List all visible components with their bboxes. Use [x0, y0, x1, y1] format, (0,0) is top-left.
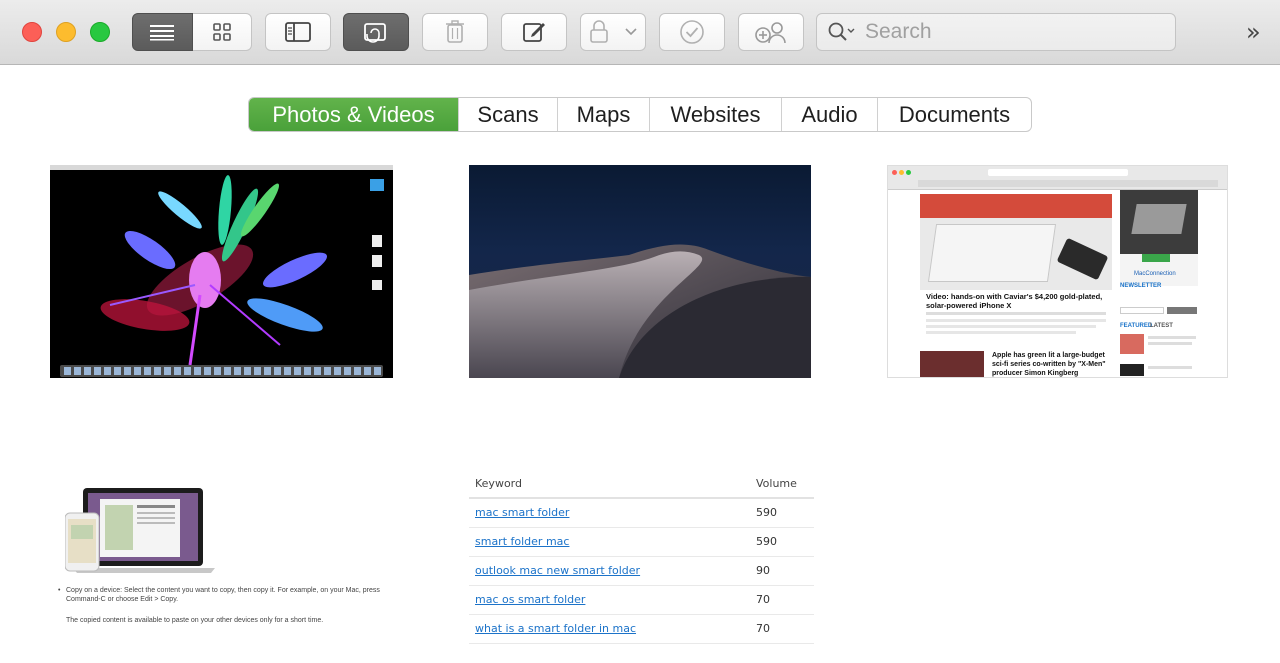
- chevron-down-icon: [625, 28, 637, 36]
- featured-label: FEATURED: [1120, 323, 1153, 329]
- minimize-window-button[interactable]: [56, 22, 76, 42]
- volume-cell: 90: [756, 556, 814, 586]
- bullet-dot: •: [58, 587, 61, 594]
- latest-label: LATEST: [1150, 323, 1173, 329]
- story2-title: Apple has green lit a large-budget sci-f…: [992, 352, 1106, 377]
- ad-laptop-image: [1120, 190, 1198, 254]
- volume-cell: 70: [756, 614, 814, 644]
- tab-photos-videos[interactable]: Photos & Videos: [249, 98, 458, 131]
- table-header-row: Keyword Volume: [469, 470, 814, 499]
- list-icon: [150, 25, 175, 41]
- keyword-table: Keyword Volume mac smart folder 590 smar…: [469, 470, 814, 644]
- list-view-button[interactable]: [132, 13, 193, 51]
- lock-note-button[interactable]: [580, 13, 646, 51]
- table-row: mac os smart folder 70: [469, 585, 814, 615]
- toolbar: »: [0, 0, 1280, 65]
- keyword-link[interactable]: mac os smart folder: [475, 593, 585, 606]
- table-row: mac smart folder 590: [469, 498, 814, 528]
- table-row: outlook mac new smart folder 90: [469, 556, 814, 586]
- keyword-column-header: Keyword: [469, 470, 756, 499]
- sidebar-icon: [285, 22, 311, 42]
- delete-button[interactable]: [422, 13, 488, 51]
- desktop-screenshot-image: [50, 165, 393, 377]
- keyword-link[interactable]: outlook mac new smart folder: [475, 564, 640, 577]
- attachment-thumbnail-desktop-screenshot[interactable]: [50, 165, 393, 378]
- category-tabs: Photos & Videos Scans Maps Websites Audi…: [248, 97, 1032, 132]
- bullet-paragraph: • Copy on a device: Select the content y…: [58, 586, 388, 604]
- newsletter-email-field[interactable]: [1120, 307, 1164, 314]
- volume-cell: 70: [756, 585, 814, 615]
- add-person-icon: [755, 22, 786, 44]
- newsletter-label: NEWSLETTER: [1120, 283, 1162, 289]
- tab-scans[interactable]: Scans: [458, 98, 557, 131]
- table-row: smart folder mac 590: [469, 527, 814, 557]
- volume-cell: 590: [756, 498, 814, 528]
- attachments-browser-button[interactable]: [343, 13, 409, 51]
- compose-icon: [523, 23, 545, 42]
- lock-icon: [590, 20, 608, 43]
- attachment-thumbnail-website-screenshot[interactable]: Video: hands-on with Caviar's $4,200 gol…: [887, 165, 1228, 378]
- search-icon: [828, 22, 855, 41]
- table-row: what is a smart folder in mac 70: [469, 614, 814, 644]
- attachment-thumbnail-mojave-wallpaper[interactable]: [469, 165, 811, 378]
- article-title: Video: hands-on with Caviar's $4,200 gol…: [926, 292, 1103, 310]
- checkmark-circle-icon: [680, 20, 704, 44]
- note-text: The copied content is available to paste…: [66, 617, 324, 624]
- close-window-button[interactable]: [22, 22, 42, 42]
- attachment-thumbnail-keyword-table[interactable]: Keyword Volume mac smart folder 590 smar…: [469, 470, 814, 645]
- attachment-thumbnail-continuity-doc[interactable]: • Copy on a device: Select the content y…: [50, 485, 395, 630]
- zoom-window-button[interactable]: [90, 22, 110, 42]
- bullet-text: Copy on a device: Select the content you…: [66, 587, 380, 603]
- keyword-link[interactable]: mac smart folder: [475, 506, 569, 519]
- keyword-link[interactable]: what is a smart folder in mac: [475, 622, 636, 635]
- volume-cell: 590: [756, 527, 814, 557]
- checklist-button[interactable]: [659, 13, 725, 51]
- shop-label: MacConnection: [1134, 271, 1176, 277]
- trash-icon: [446, 20, 464, 43]
- tab-websites[interactable]: Websites: [649, 98, 781, 131]
- article-hero-image: [920, 194, 1112, 290]
- tab-documents[interactable]: Documents: [877, 98, 1031, 131]
- subscribe-button[interactable]: [1167, 307, 1197, 314]
- grid-icon: [212, 23, 231, 41]
- flower-illustration: [100, 175, 328, 366]
- toolbar-overflow-button[interactable]: »: [1246, 18, 1261, 46]
- paperclip-icon: [364, 23, 386, 43]
- story-thumbnail: [920, 351, 984, 377]
- desert-dune-image: [469, 244, 811, 378]
- sidebar-toggle-button[interactable]: [265, 13, 331, 51]
- browser-chrome: [888, 166, 1227, 190]
- add-people-button[interactable]: [738, 13, 804, 51]
- tab-audio[interactable]: Audio: [781, 98, 877, 131]
- devices-illustration: [65, 488, 215, 573]
- keyword-link[interactable]: smart folder mac: [475, 535, 569, 548]
- search-field[interactable]: [816, 13, 1176, 51]
- tab-maps[interactable]: Maps: [557, 98, 649, 131]
- search-input[interactable]: [865, 20, 1145, 44]
- gallery-view-button[interactable]: [192, 13, 252, 51]
- view-mode-segmented-control: [132, 13, 252, 51]
- shop-now-button[interactable]: [1142, 254, 1170, 262]
- volume-column-header: Volume: [756, 470, 814, 499]
- new-note-button[interactable]: [501, 13, 567, 51]
